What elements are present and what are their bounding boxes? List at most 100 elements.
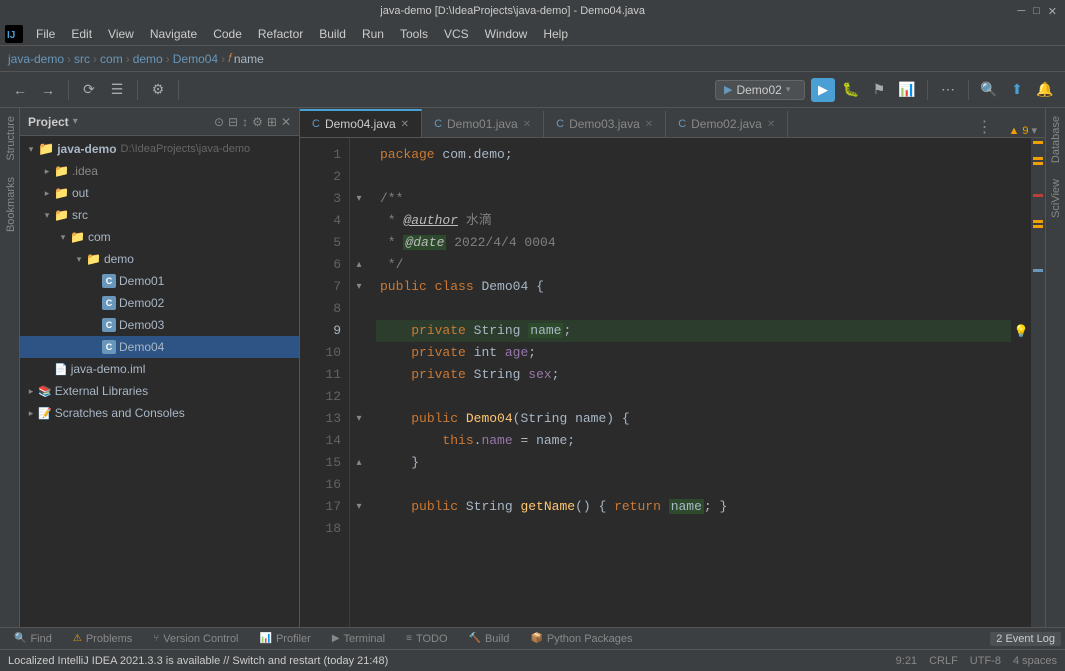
- tree-demo[interactable]: ▾ 📁 demo: [20, 248, 299, 270]
- breadcrumb-com[interactable]: com: [100, 52, 123, 66]
- menu-run[interactable]: Run: [354, 22, 392, 46]
- todo-tab[interactable]: ≡ TODO: [396, 628, 457, 650]
- menu-tools[interactable]: Tools: [392, 22, 436, 46]
- menu-code[interactable]: Code: [205, 22, 250, 46]
- warning-badge[interactable]: ▲ 9 ▾: [1000, 124, 1045, 137]
- menu-edit[interactable]: Edit: [63, 22, 100, 46]
- tree-demo02[interactable]: C Demo02: [20, 292, 299, 314]
- tree-out[interactable]: ▸ 📁 out: [20, 182, 299, 204]
- problems-tab[interactable]: ⚠ Problems: [63, 628, 142, 650]
- tree-scratches[interactable]: ▸ 📝 Scratches and Consoles: [20, 402, 299, 424]
- line-ending[interactable]: CRLF: [929, 655, 958, 667]
- menu-vcs[interactable]: VCS: [436, 22, 477, 46]
- code-editor[interactable]: package com.demo; /** * @author 水滴 * @da…: [368, 138, 1011, 627]
- cursor-position[interactable]: 9:21: [896, 655, 917, 667]
- bookmarks-tab[interactable]: Bookmarks: [0, 169, 19, 240]
- stripe-warning-3[interactable]: [1033, 162, 1043, 165]
- sync-btn[interactable]: ⟳: [77, 78, 101, 102]
- menu-bar: IJ File Edit View Navigate Code Refactor…: [0, 22, 1065, 46]
- tab-demo01[interactable]: C Demo01.java ✕: [422, 111, 544, 137]
- version-control-tab[interactable]: ⑂ Version Control: [143, 628, 248, 650]
- tab-demo02-close[interactable]: ✕: [767, 119, 775, 130]
- close-btn[interactable]: ✕: [1048, 5, 1057, 18]
- menu-help[interactable]: Help: [535, 22, 576, 46]
- build-tab[interactable]: 🔨 Build: [459, 628, 520, 650]
- breadcrumb-demo04[interactable]: Demo04: [173, 52, 218, 66]
- menu-file[interactable]: File: [28, 22, 63, 46]
- coverage-btn[interactable]: ⚑: [867, 78, 891, 102]
- structure-tab[interactable]: Structure: [0, 108, 19, 169]
- nav-back-btn[interactable]: ←: [8, 78, 32, 102]
- search-everywhere-btn[interactable]: 🔍: [977, 78, 1001, 102]
- settings-btn[interactable]: ⚙: [146, 78, 170, 102]
- tab-demo03[interactable]: C Demo03.java ✕: [544, 111, 666, 137]
- database-tab[interactable]: Database: [1048, 108, 1064, 171]
- breadcrumb-project[interactable]: java-demo: [8, 52, 64, 66]
- root-name: java-demo: [57, 142, 116, 156]
- run-config-dropdown[interactable]: ▶ Demo02 ▾: [715, 80, 805, 100]
- tree-demo04[interactable]: C Demo04: [20, 336, 299, 358]
- menu-view[interactable]: View: [100, 22, 142, 46]
- collapse-all-btn[interactable]: ⊟: [228, 115, 238, 129]
- lightbulb-icon[interactable]: 💡: [1011, 320, 1031, 342]
- tree-demo01[interactable]: C Demo01: [20, 270, 299, 292]
- event-log-btn[interactable]: 2 Event Log: [990, 632, 1061, 646]
- nav-fwd-btn[interactable]: →: [36, 78, 60, 102]
- stripe-info-1[interactable]: [1033, 269, 1043, 272]
- python-packages-tab[interactable]: 📦 Python Packages: [520, 628, 642, 650]
- expand-panel-btn[interactable]: ⊞: [267, 115, 277, 129]
- maximize-btn[interactable]: □: [1033, 5, 1040, 18]
- tree-com[interactable]: ▾ 📁 com: [20, 226, 299, 248]
- close-panel-btn[interactable]: ✕: [281, 115, 291, 129]
- project-dropdown-arrow[interactable]: ▾: [73, 116, 78, 127]
- menu-refactor[interactable]: Refactor: [250, 22, 311, 46]
- stripe-warning-2[interactable]: [1033, 157, 1043, 160]
- profiler-tab[interactable]: 📊 Profiler: [250, 628, 321, 650]
- tree-idea[interactable]: ▸ 📁 .idea: [20, 160, 299, 182]
- tree-ext-libs[interactable]: ▸ 📚 External Libraries: [20, 380, 299, 402]
- stripe-warning-4[interactable]: [1033, 220, 1043, 223]
- tab-overflow-btn[interactable]: ⋮: [968, 117, 1000, 137]
- breadcrumb-src[interactable]: src: [74, 52, 90, 66]
- fold-15[interactable]: ▴: [350, 452, 368, 474]
- project-settings-btn[interactable]: ⚙: [252, 115, 263, 129]
- indent-info[interactable]: 4 spaces: [1013, 655, 1057, 667]
- profile-btn[interactable]: 📊: [895, 78, 919, 102]
- tab-demo04[interactable]: C Demo04.java ✕: [300, 109, 422, 137]
- menu-build[interactable]: Build: [311, 22, 354, 46]
- fold-3[interactable]: ▾: [350, 188, 368, 210]
- fold-17[interactable]: ▾: [350, 496, 368, 518]
- structure-btn[interactable]: ☰: [105, 78, 129, 102]
- tree-demo03[interactable]: C Demo03: [20, 314, 299, 336]
- sort-btn[interactable]: ↕: [242, 115, 248, 129]
- terminal-tab[interactable]: ▶ Terminal: [322, 628, 395, 650]
- breadcrumb-demo[interactable]: demo: [133, 52, 163, 66]
- tab-demo01-close[interactable]: ✕: [523, 119, 531, 130]
- notifications-btn[interactable]: 🔔: [1033, 78, 1057, 102]
- tree-src[interactable]: ▾ 📁 src: [20, 204, 299, 226]
- tree-iml[interactable]: 📄 java-demo.iml: [20, 358, 299, 380]
- tree-root[interactable]: ▾ 📁 java-demo D:\IdeaProjects\java-demo: [20, 138, 299, 160]
- more-actions-btn[interactable]: ⋯: [936, 78, 960, 102]
- fold-6[interactable]: ▴: [350, 254, 368, 276]
- locate-file-btn[interactable]: ⊙: [214, 115, 224, 129]
- fold-7[interactable]: ▾: [350, 276, 368, 298]
- breadcrumb-name[interactable]: name: [234, 52, 264, 66]
- menu-window[interactable]: Window: [477, 22, 536, 46]
- stripe-error-1[interactable]: [1033, 194, 1043, 197]
- stripe-warning-1[interactable]: [1033, 141, 1043, 144]
- tab-demo02[interactable]: C Demo02.java ✕: [666, 111, 788, 137]
- minimize-btn[interactable]: ─: [1017, 5, 1025, 18]
- menu-navigate[interactable]: Navigate: [142, 22, 205, 46]
- find-tab[interactable]: 🔍 Find: [4, 628, 62, 650]
- run-btn[interactable]: ▶: [811, 78, 835, 102]
- tab-demo03-close[interactable]: ✕: [645, 119, 653, 130]
- debug-btn[interactable]: 🐛: [839, 78, 863, 102]
- stripe-warning-5[interactable]: [1033, 225, 1043, 228]
- tab-demo04-close[interactable]: ✕: [401, 119, 409, 130]
- update-btn[interactable]: ⬆: [1005, 78, 1029, 102]
- warning-expand-btn[interactable]: ▾: [1031, 124, 1037, 137]
- encoding[interactable]: UTF-8: [970, 655, 1001, 667]
- sciview-tab[interactable]: SciView: [1048, 171, 1064, 226]
- fold-13[interactable]: ▾: [350, 408, 368, 430]
